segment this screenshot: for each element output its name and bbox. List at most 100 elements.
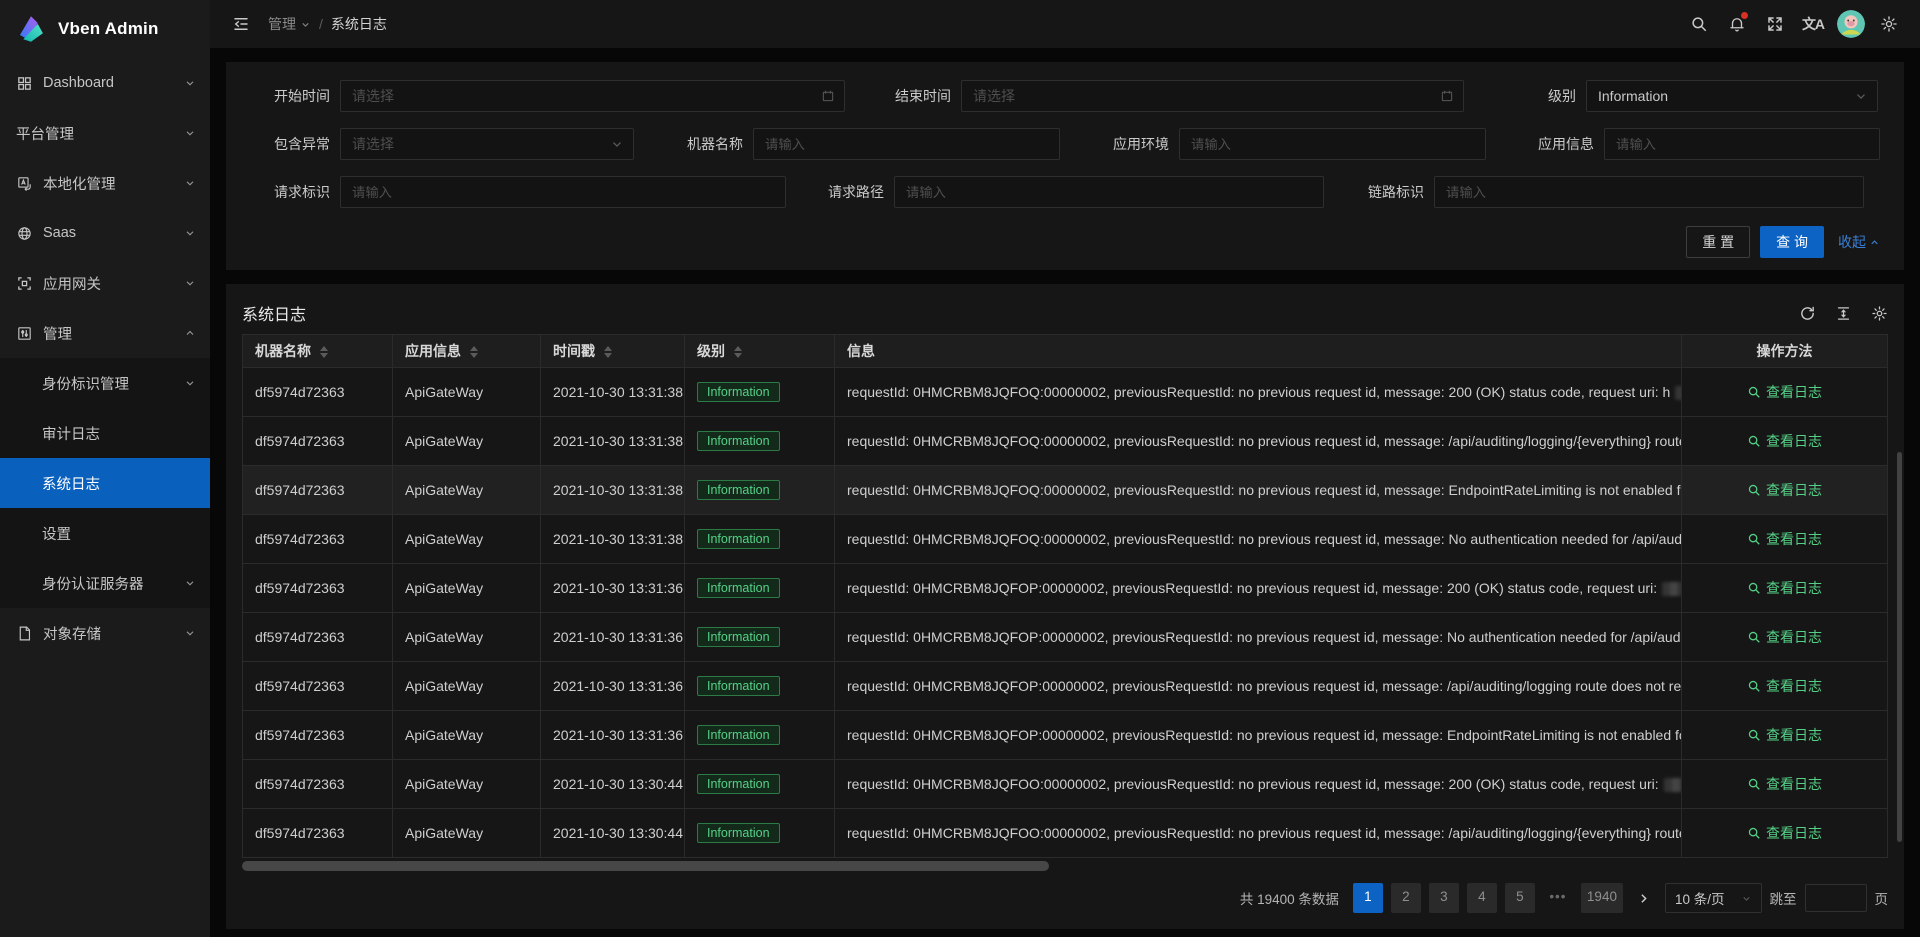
column-header-应用信息[interactable]: 应用信息 [393, 335, 541, 368]
sidebar-item-app-gateway[interactable]: 应用网关 [0, 258, 210, 308]
sidebar-item-settings[interactable]: 设置 [0, 508, 210, 558]
search-button[interactable] [1680, 0, 1718, 48]
placeholder-text: 请选择 [352, 134, 394, 154]
column-label: 级别 [697, 343, 725, 359]
chevron-down-icon [184, 177, 196, 189]
storage-icon [16, 625, 33, 642]
settings-button[interactable] [1870, 0, 1908, 48]
page-button-5[interactable]: 5 [1505, 883, 1535, 913]
sidebar-item-object-storage[interactable]: 对象存储 [0, 608, 210, 658]
view-log-link[interactable]: 查看日志 [1747, 431, 1822, 451]
page-button-4[interactable]: 4 [1467, 883, 1497, 913]
manage-icon [16, 325, 33, 342]
view-log-link[interactable]: 查看日志 [1747, 725, 1822, 745]
main-area: 管理 / 系统日志 文A 开始时间请选择结束时间请选择级别Information… [210, 0, 1920, 937]
notification-button[interactable] [1718, 0, 1756, 48]
cell-app-info: ApiGateWay [393, 564, 541, 613]
sidebar-item-system-logs[interactable]: 系统日志 [0, 458, 210, 508]
calendar-icon [1440, 89, 1454, 103]
locale-button[interactable]: 文A [1794, 0, 1832, 48]
field-label: 级别 [1496, 86, 1586, 106]
trace-id-input[interactable] [1434, 176, 1864, 208]
sidebar-item-localization-management[interactable]: 本地化管理 [0, 158, 210, 208]
cell-level: Information [685, 466, 835, 515]
level-badge: Information [697, 725, 780, 745]
submenu-management: 身份标识管理审计日志系统日志设置身份认证服务器 [0, 358, 210, 608]
topbar: 管理 / 系统日志 文A [210, 0, 1920, 48]
column-header-机器名称[interactable]: 机器名称 [243, 335, 393, 368]
view-log-link[interactable]: 查看日志 [1747, 480, 1822, 500]
filter-row: 请求标识请求路径链路标识 [250, 176, 1880, 208]
filter-form: 开始时间请选择结束时间请选择级别Information包含异常请选择机器名称应用… [250, 80, 1880, 208]
breadcrumb-parent[interactable]: 管理 [268, 14, 311, 34]
chevron-down-icon [300, 19, 311, 30]
sidebar-item-saas[interactable]: Saas [0, 208, 210, 258]
app-environment-input[interactable] [1179, 128, 1486, 160]
view-log-link[interactable]: 查看日志 [1747, 676, 1822, 696]
logo[interactable]: Vben Admin [0, 0, 210, 58]
request-path-input[interactable] [894, 176, 1324, 208]
table-row: df5974d72363ApiGateWay2021-10-30 13:31:3… [243, 515, 1888, 564]
view-log-link[interactable]: 查看日志 [1747, 578, 1822, 598]
column-settings-icon[interactable] [1871, 305, 1888, 322]
view-log-link[interactable]: 查看日志 [1747, 774, 1822, 794]
cell-message: requestId: 0HMCRBM8JQFOQ:00000002, previ… [835, 466, 1682, 515]
chevron-down-icon [184, 77, 196, 89]
machine-name-input[interactable] [753, 128, 1060, 160]
page-button-2[interactable]: 2 [1391, 883, 1421, 913]
cell-timestamp: 2021-10-30 13:31:36 [541, 564, 685, 613]
table-row: df5974d72363ApiGateWay2021-10-30 13:31:3… [243, 711, 1888, 760]
cell-message: requestId: 0HMCRBM8JQFOQ:00000002, previ… [835, 515, 1682, 564]
has-exception-select[interactable]: 请选择 [340, 128, 634, 160]
cell-timestamp: 2021-10-30 13:30:44 [541, 809, 685, 858]
cell-timestamp: 2021-10-30 13:31:38 [541, 368, 685, 417]
start-time-date[interactable]: 请选择 [340, 80, 845, 112]
magnifier-icon [1747, 777, 1761, 791]
jump-page-input[interactable] [1805, 884, 1867, 912]
refresh-icon[interactable] [1799, 305, 1816, 322]
page-size-select[interactable]: 10 条/页 [1665, 883, 1762, 913]
view-log-link[interactable]: 查看日志 [1747, 529, 1822, 549]
column-header-时间戳[interactable]: 时间戳 [541, 335, 685, 368]
filter-actions: 重 置 查 询 收起 [250, 226, 1880, 258]
cell-message: requestId: 0HMCRBM8JQFOP:00000002, previ… [835, 711, 1682, 760]
field-label: 请求标识 [250, 182, 340, 202]
view-log-link[interactable]: 查看日志 [1747, 382, 1822, 402]
next-page-button[interactable] [1631, 883, 1657, 913]
log-table: 机器名称应用信息时间戳级别信息操作方法 df5974d72363ApiGateW… [242, 334, 1888, 858]
user-avatar[interactable] [1832, 0, 1870, 48]
request-id-input[interactable] [340, 176, 786, 208]
filter-field-request-path: 请求路径 [804, 176, 1324, 208]
collapse-link[interactable]: 收起 [1838, 232, 1880, 252]
sidebar-item-platform-management[interactable]: 平台管理 [0, 108, 210, 158]
magnifier-icon [1747, 385, 1761, 399]
page-button-3[interactable]: 3 [1429, 883, 1459, 913]
filter-panel: 开始时间请选择结束时间请选择级别Information包含异常请选择机器名称应用… [226, 62, 1904, 270]
column-header-级别[interactable]: 级别 [685, 335, 835, 368]
menu-fold-icon[interactable] [226, 9, 256, 39]
app-info-input[interactable] [1604, 128, 1880, 160]
cell-app-info: ApiGateWay [393, 662, 541, 711]
app-title: Vben Admin [58, 19, 159, 39]
horizontal-scrollbar-thumb[interactable] [242, 861, 1049, 871]
sidebar-item-identity-server[interactable]: 身份认证服务器 [0, 558, 210, 608]
view-log-link[interactable]: 查看日志 [1747, 627, 1822, 647]
row-height-icon[interactable] [1835, 305, 1852, 322]
sidebar-item-identity-management[interactable]: 身份标识管理 [0, 358, 210, 408]
page-button-1940[interactable]: 1940 [1581, 883, 1623, 913]
reset-button[interactable]: 重 置 [1686, 226, 1750, 258]
vertical-scrollbar-thumb[interactable] [1897, 452, 1902, 842]
end-time-date[interactable]: 请选择 [961, 80, 1464, 112]
sidebar-item-dashboard[interactable]: Dashboard [0, 58, 210, 108]
field-label: 请求路径 [804, 182, 894, 202]
search-button[interactable]: 查 询 [1760, 226, 1824, 258]
cell-message: requestId: 0HMCRBM8JQFOQ:00000002, previ… [835, 368, 1682, 417]
sidebar-item-management[interactable]: 管理 [0, 308, 210, 358]
sidebar-item-audit-logs[interactable]: 审计日志 [0, 408, 210, 458]
fullscreen-button[interactable] [1756, 0, 1794, 48]
chevron-up-icon [184, 327, 196, 339]
level-select[interactable]: Information [1586, 80, 1878, 112]
view-log-link[interactable]: 查看日志 [1747, 823, 1822, 843]
table-row: df5974d72363ApiGateWay2021-10-30 13:31:3… [243, 662, 1888, 711]
page-button-1[interactable]: 1 [1353, 883, 1383, 913]
